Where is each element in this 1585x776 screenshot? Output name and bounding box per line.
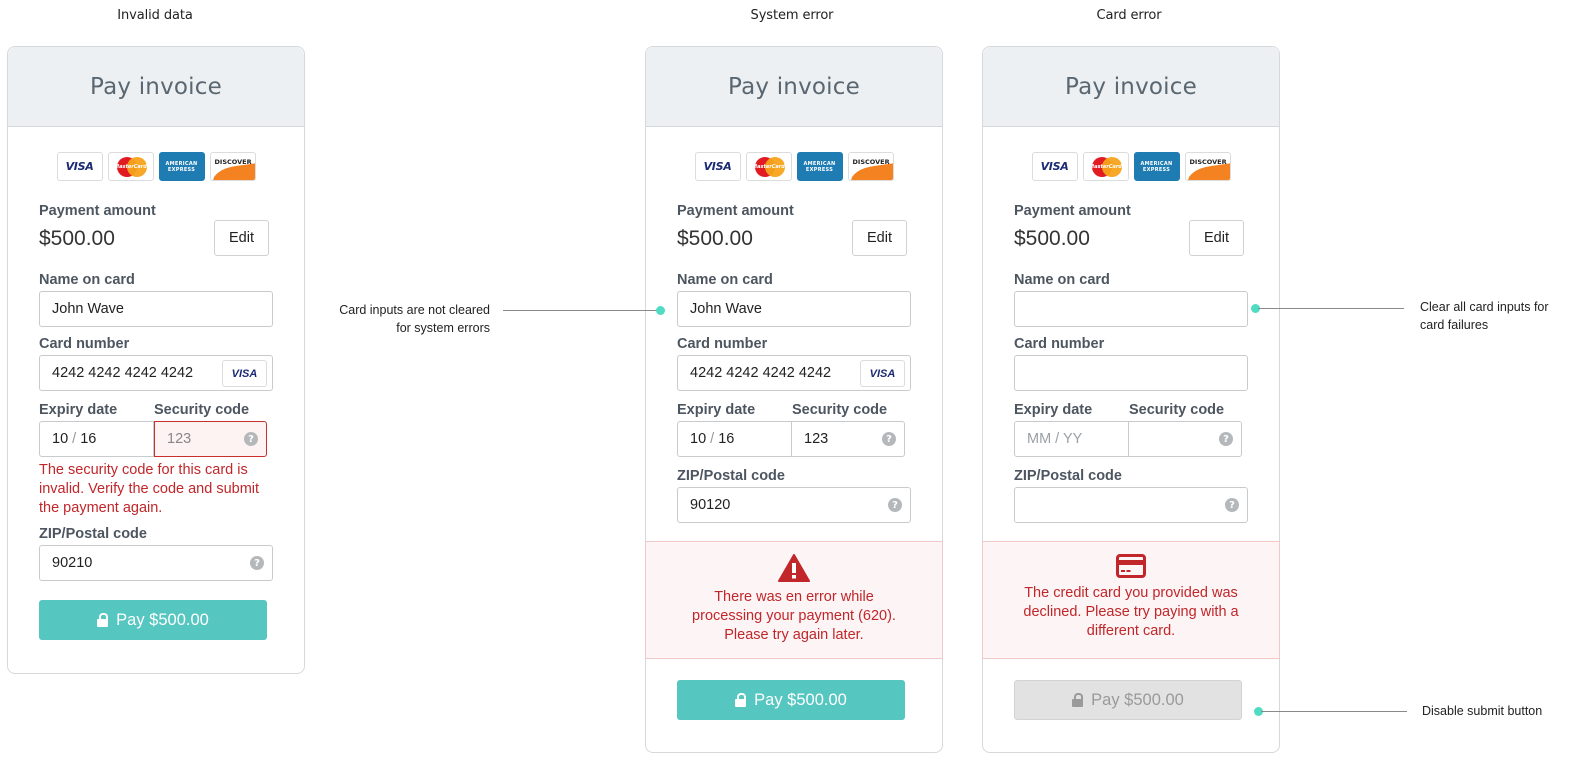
visa-card-brand-icon: VISA	[860, 360, 905, 387]
help-icon[interactable]: ?	[244, 432, 258, 446]
error-message: The credit card you provided was decline…	[1023, 585, 1239, 639]
lock-icon	[735, 693, 747, 707]
annotation-disable-submit: Disable submit button	[1422, 704, 1543, 718]
error-alert: There was en error while processing your…	[645, 541, 943, 659]
zip-input[interactable]: ?	[1014, 487, 1248, 523]
name-on-card-input[interactable]	[1014, 291, 1248, 327]
payment-amount-label: Payment amount	[39, 203, 156, 219]
card-number-input[interactable]	[1014, 355, 1248, 391]
mastercard-logo-icon: MasterCard	[1082, 152, 1129, 181]
help-icon[interactable]: ?	[1225, 498, 1239, 512]
annotation-card-clear: Clear all card inputs for card failures	[1420, 300, 1549, 332]
security-code-label: Security code	[792, 402, 888, 418]
page-title: Pay invoice	[728, 73, 860, 100]
annotation-dot	[656, 306, 665, 315]
card-header: Pay invoice	[983, 47, 1279, 127]
visa-logo-icon: VISA	[56, 152, 103, 181]
discover-logo-icon: DISCOVER	[209, 152, 256, 181]
name-on-card-input[interactable]: John Wave	[677, 291, 911, 327]
visa-logo-icon: VISA	[694, 152, 741, 181]
security-code-input[interactable]: 123 ?	[154, 421, 267, 457]
edit-amount-button[interactable]: Edit	[1189, 220, 1244, 256]
payment-amount: $500.00	[1014, 227, 1090, 250]
card-number-input[interactable]: 4242 4242 4242 4242 VISA	[39, 355, 273, 391]
annotation-system-inputs: Card inputs are not cleared for system e…	[339, 303, 490, 335]
credit-card-icon	[1116, 554, 1146, 578]
error-message: There was en error while processing your…	[692, 589, 896, 643]
pay-button[interactable]: Pay $500.00	[1014, 680, 1242, 720]
security-code-error: The security code for this card is inval…	[39, 462, 260, 516]
error-alert: The credit card you provided was decline…	[982, 541, 1280, 659]
card-number-input[interactable]: 4242 4242 4242 4242 VISA	[677, 355, 911, 391]
payment-amount: $500.00	[39, 227, 115, 250]
help-icon[interactable]: ?	[888, 498, 902, 512]
amex-logo-icon: AMERICAN EXPRESS	[1133, 152, 1180, 181]
help-icon[interactable]: ?	[250, 556, 264, 570]
expiry-date-input[interactable]: 10 / 16	[39, 421, 154, 457]
discover-logo-icon: DISCOVER	[1184, 152, 1231, 181]
accepted-cards: VISA MasterCard AMERICAN EXPRESS DISCOVE…	[8, 152, 304, 181]
expiry-date-input[interactable]: MM / YY	[1014, 421, 1129, 457]
pay-button[interactable]: Pay $500.00	[677, 680, 905, 720]
annotation-connector	[503, 310, 658, 311]
zip-label: ZIP/Postal code	[1014, 468, 1122, 484]
security-code-label: Security code	[154, 402, 250, 418]
expiry-date-label: Expiry date	[677, 402, 756, 418]
pay-button[interactable]: Pay $500.00	[39, 600, 267, 640]
security-code-label: Security code	[1129, 402, 1225, 418]
expiry-date-input[interactable]: 10 / 16	[677, 421, 792, 457]
mastercard-logo-icon: MasterCard	[745, 152, 792, 181]
name-on-card-label: Name on card	[677, 272, 773, 288]
card-number-label: Card number	[677, 336, 768, 352]
card-number-label: Card number	[1014, 336, 1105, 352]
pay-invoice-card-system-error: Pay invoice VISA MasterCard AMERICAN EXP…	[645, 46, 943, 753]
help-icon[interactable]: ?	[882, 432, 896, 446]
name-on-card-input[interactable]: John Wave	[39, 291, 273, 327]
expiry-date-label: Expiry date	[1014, 402, 1093, 418]
pay-invoice-card-card-error: Pay invoice VISA MasterCard AMERICAN EXP…	[982, 46, 1280, 753]
zip-input[interactable]: 90210 ?	[39, 545, 273, 581]
security-code-input[interactable]: ?	[1129, 421, 1242, 457]
discover-logo-icon: DISCOVER	[847, 152, 894, 181]
card-header: Pay invoice	[8, 47, 304, 127]
column-title-card-error: Card error	[1096, 8, 1162, 23]
zip-label: ZIP/Postal code	[39, 526, 147, 542]
visa-logo-icon: VISA	[1031, 152, 1078, 181]
help-icon[interactable]: ?	[1219, 432, 1233, 446]
payment-amount: $500.00	[677, 227, 753, 250]
zip-input[interactable]: 90120 ?	[677, 487, 911, 523]
security-code-input[interactable]: 123 ?	[792, 421, 905, 457]
page-title: Pay invoice	[1065, 73, 1197, 100]
payment-amount-label: Payment amount	[677, 203, 794, 219]
annotation-connector	[1261, 711, 1407, 712]
column-title-invalid-data: Invalid data	[117, 8, 193, 23]
expiry-date-label: Expiry date	[39, 402, 118, 418]
edit-amount-button[interactable]: Edit	[852, 220, 907, 256]
accepted-cards: VISA MasterCard AMERICAN EXPRESS DISCOVE…	[983, 152, 1279, 181]
warning-triangle-icon	[778, 554, 810, 582]
page-title: Pay invoice	[90, 73, 222, 100]
lock-icon	[97, 613, 109, 627]
name-on-card-label: Name on card	[1014, 272, 1110, 288]
name-on-card-label: Name on card	[39, 272, 135, 288]
card-number-label: Card number	[39, 336, 130, 352]
accepted-cards: VISA MasterCard AMERICAN EXPRESS DISCOVE…	[646, 152, 942, 181]
pay-invoice-card-invalid-data: Pay invoice VISA MasterCard AMERICAN EXP…	[7, 46, 305, 674]
card-header: Pay invoice	[646, 47, 942, 127]
amex-logo-icon: AMERICAN EXPRESS	[796, 152, 843, 181]
annotation-connector	[1258, 308, 1404, 309]
lock-icon	[1072, 693, 1084, 707]
payment-amount-label: Payment amount	[1014, 203, 1131, 219]
amex-logo-icon: AMERICAN EXPRESS	[158, 152, 205, 181]
edit-amount-button[interactable]: Edit	[214, 220, 269, 256]
visa-card-brand-icon: VISA	[222, 360, 267, 387]
zip-label: ZIP/Postal code	[677, 468, 785, 484]
column-title-system-error: System error	[750, 8, 834, 23]
mastercard-logo-icon: MasterCard	[107, 152, 154, 181]
